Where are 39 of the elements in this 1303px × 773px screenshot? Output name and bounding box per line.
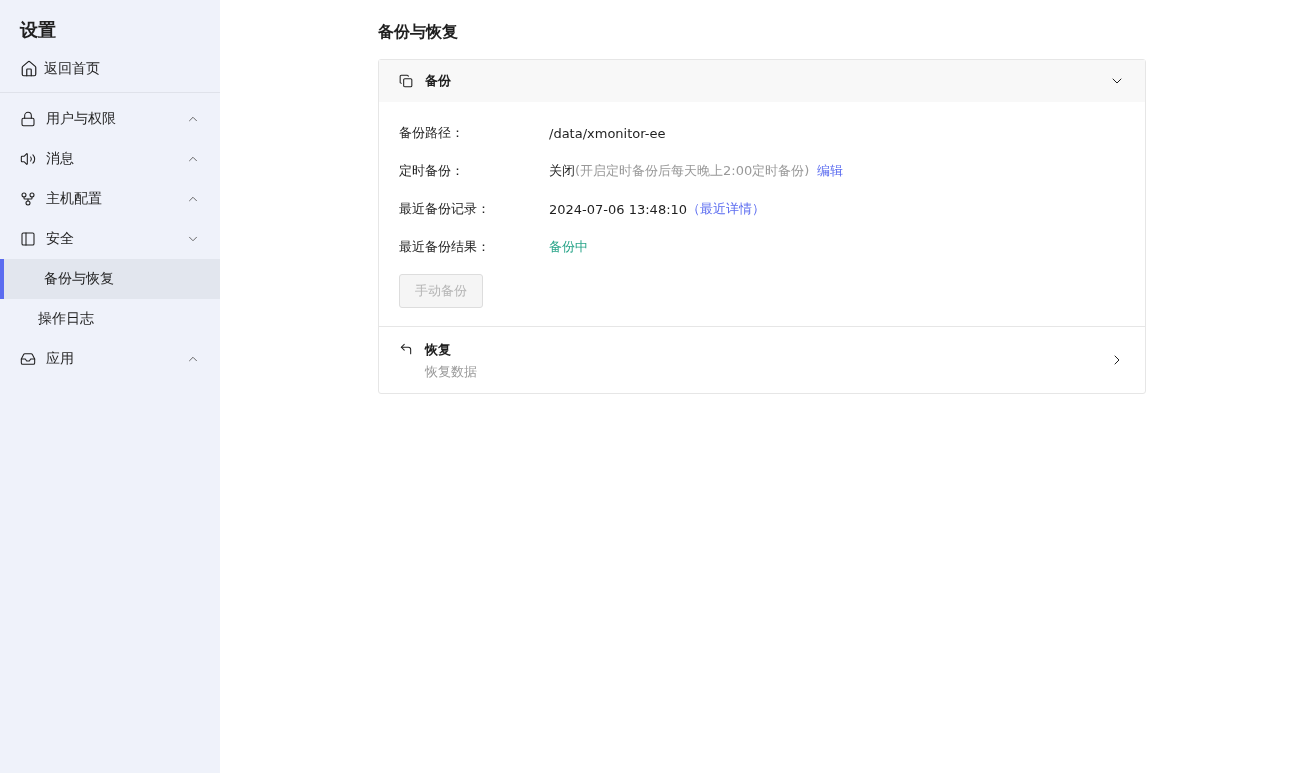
panel-title: 恢复 — [425, 342, 451, 357]
field-link[interactable]: 编辑 — [817, 162, 844, 180]
menu-label: 主机配置 — [46, 190, 103, 208]
field-label: 备份路径： — [399, 124, 465, 142]
field-value: 关闭 — [549, 162, 575, 180]
lock-icon — [20, 111, 36, 127]
field-value: 2024-07-06 13:48:10 — [549, 201, 688, 217]
field-link[interactable]: （最近详情） — [687, 200, 766, 218]
field-label: 最近备份记录： — [399, 200, 491, 218]
field-note: (开启定时备份后每天晚上2:00定时备份) — [575, 162, 810, 180]
field-value: /data/xmonitor-ee — [549, 125, 666, 141]
panel-title: 备份 — [425, 72, 452, 90]
menu-label: 安全 — [46, 230, 75, 248]
menu-label: 消息 — [46, 150, 75, 168]
speaker-icon — [20, 151, 36, 167]
menu-item[interactable]: 操作日志 — [0, 299, 220, 339]
menu-group[interactable]: 主机配置 — [0, 179, 220, 219]
home-link[interactable]: 返回首页 — [0, 52, 220, 93]
status-text: 备份中 — [549, 238, 588, 256]
menu-group[interactable]: 应用 — [0, 339, 220, 379]
copy-icon — [399, 74, 413, 88]
menu-label: 用户与权限 — [46, 110, 117, 128]
field-label: 最近备份结果： — [399, 238, 491, 256]
menu-group[interactable]: 消息 — [0, 139, 220, 179]
field-label: 定时备份： — [399, 162, 465, 180]
menu-label: 应用 — [46, 350, 75, 368]
panel-header[interactable]: 备份 — [379, 60, 1145, 102]
return-arrow-icon — [399, 342, 413, 356]
panel-subtitle: 恢复数据 — [425, 363, 478, 381]
inbox-icon — [20, 351, 36, 367]
menu-group[interactable]: 用户与权限 — [0, 99, 220, 139]
home-icon — [20, 60, 38, 78]
page-title: 备份与恢复 — [378, 22, 459, 43]
sidebar-title: 设置 — [18, 18, 57, 42]
menu-group[interactable]: 安全 — [0, 219, 220, 259]
layout-icon — [20, 231, 36, 247]
fork-icon — [20, 191, 36, 207]
menu-item[interactable]: 备份与恢复 — [0, 259, 220, 299]
panel-header[interactable]: 恢复 恢复数据 — [379, 326, 1145, 393]
